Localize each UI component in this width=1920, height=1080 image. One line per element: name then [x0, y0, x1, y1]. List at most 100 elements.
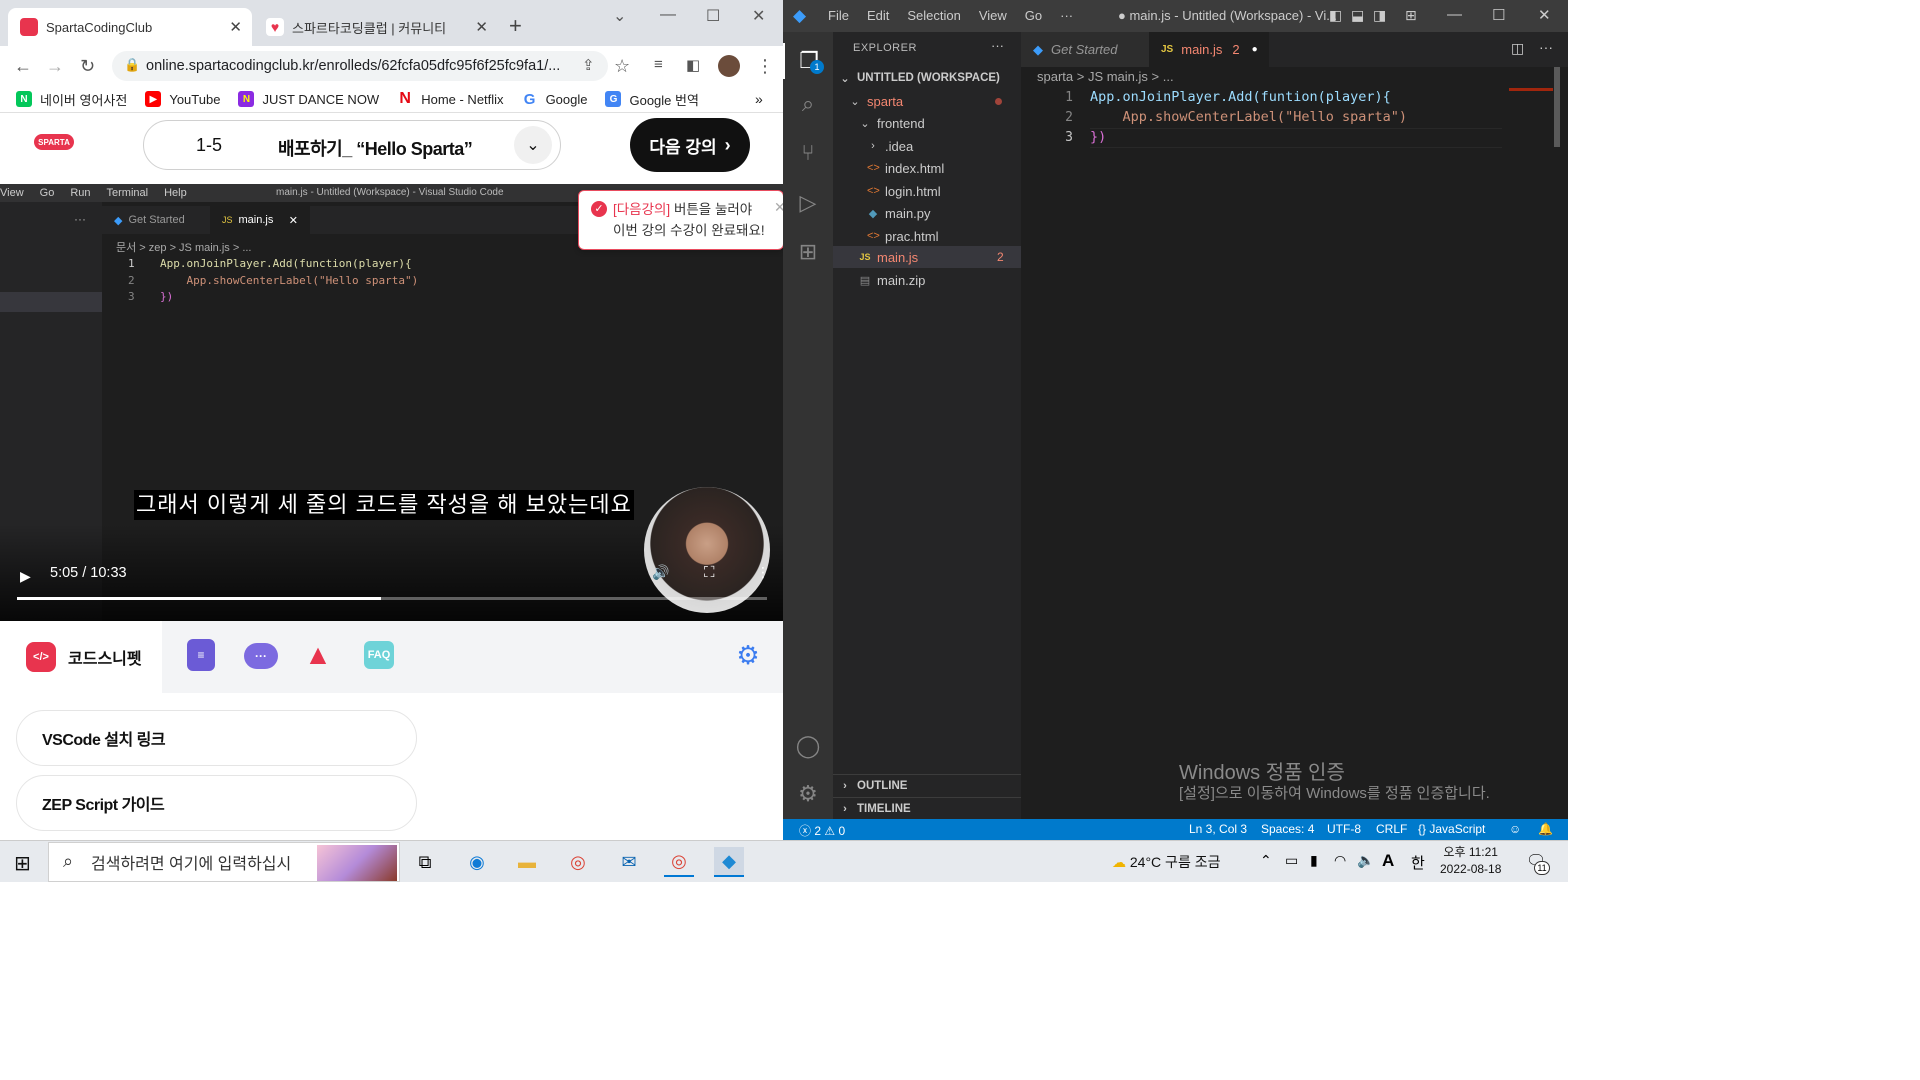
side-panel-icon[interactable]: ◧	[686, 56, 700, 74]
bookmark-google[interactable]: G Google	[522, 91, 588, 108]
battery-icon[interactable]: ▮	[1310, 852, 1318, 869]
bookmark-just-dance[interactable]: N JUST DANCE NOW	[238, 91, 379, 107]
forward-icon[interactable]: →	[46, 56, 64, 77]
tab-search-chevron-icon[interactable]: ⌄	[613, 6, 626, 26]
close-tab-icon[interactable]: ✕	[229, 18, 242, 36]
share-icon[interactable]: ⇪	[582, 56, 595, 74]
maximize-icon[interactable]: ☐	[706, 6, 720, 26]
bookmark-google-translate[interactable]: G Google 번역	[605, 90, 699, 109]
chevron-down-icon[interactable]: ⌄	[514, 126, 552, 164]
bookmark-star-icon[interactable]: ☆	[614, 56, 630, 77]
language-mode[interactable]: {} JavaScript	[1418, 822, 1485, 836]
explorer-more-icon[interactable]: ···	[991, 38, 1004, 53]
file-explorer-icon[interactable]: ▬	[512, 847, 542, 877]
fullscreen-icon[interactable]: ⛶	[704, 564, 715, 581]
sparta-logo[interactable]: SPARTA	[34, 134, 74, 150]
tab-code-snippet[interactable]: </> 코드스니펫	[0, 621, 162, 693]
settings-gear-icon[interactable]: ⚙	[734, 639, 762, 671]
weather-widget[interactable]: ☁ 24°C 구름 조금	[1112, 852, 1220, 872]
chrome-tab-spartacodingclub[interactable]: SpartaCodingClub ✕	[8, 8, 252, 46]
video-progress-bar[interactable]	[17, 597, 767, 600]
next-lesson-button[interactable]: 다음 강의 ›	[630, 118, 750, 172]
notifications-bell-icon[interactable]: 🔔	[1538, 822, 1553, 836]
play-icon[interactable]: ▶	[20, 568, 31, 585]
split-editor-icon[interactable]: ◫	[1511, 40, 1524, 57]
chat-icon[interactable]: ···	[244, 643, 278, 669]
meet-now-icon[interactable]: ▭	[1285, 852, 1298, 869]
notes-icon[interactable]: ≡	[187, 639, 215, 671]
tree-file-main-js[interactable]: JS main.js 2	[833, 246, 1021, 268]
manage-gear-icon[interactable]: ⚙	[796, 781, 820, 806]
line-ending[interactable]: CRLF	[1376, 822, 1407, 836]
close-window-icon[interactable]: ✕	[1538, 6, 1551, 24]
tab-main-js[interactable]: JS main.js 2 ●	[1149, 32, 1269, 67]
extensions-icon[interactable]: ⊞	[796, 239, 820, 264]
lock-icon[interactable]: 🔒	[124, 57, 140, 73]
menu-more[interactable]: ···	[1060, 8, 1073, 23]
cursor-position[interactable]: Ln 3, Col 3	[1189, 822, 1247, 836]
code-line[interactable]: })	[1090, 129, 1106, 145]
lesson-selector[interactable]: 1-5 배포하기_ “Hello Sparta” ⌄	[143, 120, 561, 170]
feedback-icon[interactable]: ☺	[1509, 822, 1521, 836]
new-tab-icon[interactable]: +	[509, 15, 522, 37]
edge-icon[interactable]: ◉	[462, 847, 492, 877]
code-line[interactable]: App.onJoinPlayer.Add(funtion(player){	[1090, 89, 1391, 105]
taskbar-search-box[interactable]: ⌕ 검색하려면 여기에 입력하십시	[48, 842, 400, 882]
indentation[interactable]: Spaces: 4	[1261, 822, 1314, 836]
chrome-tab-community[interactable]: ♥ 스파르타코딩클럽 | 커뮤니티 ✕	[254, 8, 498, 46]
close-window-icon[interactable]: ✕	[752, 6, 765, 26]
outline-section[interactable]: › OUTLINE	[833, 774, 1021, 796]
minimize-icon[interactable]: —	[1447, 6, 1462, 23]
tree-folder-sparta[interactable]: ⌄ sparta	[833, 90, 1021, 112]
toggle-panel-icon[interactable]: ⬓	[1351, 7, 1364, 24]
tree-file-login-html[interactable]: <> login.html	[833, 180, 1021, 202]
menu-selection[interactable]: Selection	[907, 8, 960, 23]
search-icon[interactable]: ⌕	[796, 91, 820, 116]
chrome-active-app-icon[interactable]: ◎	[664, 847, 694, 877]
accounts-icon[interactable]: ◯	[796, 733, 821, 758]
toggle-sidebar-icon[interactable]: ◧	[1329, 7, 1342, 24]
editor-breadcrumb[interactable]: sparta > JS main.js > ...	[1037, 69, 1174, 84]
volume-icon[interactable]: 🔊	[652, 564, 669, 581]
tree-file-main-zip[interactable]: ▤ main.zip	[833, 269, 1021, 291]
menu-go[interactable]: Go	[1025, 8, 1042, 23]
editor-more-icon[interactable]: ···	[1539, 39, 1553, 55]
tab-get-started[interactable]: ◆ Get Started	[1021, 32, 1149, 67]
bookmark-youtube[interactable]: ▶ YouTube	[145, 91, 220, 107]
code-line[interactable]: App.showCenterLabel("Hello sparta")	[1090, 109, 1407, 125]
close-tab-icon[interactable]: ✕	[475, 18, 488, 36]
menu-edit[interactable]: Edit	[867, 8, 889, 23]
minimize-icon[interactable]: —	[660, 6, 676, 24]
tree-file-main-py[interactable]: ◆ main.py	[833, 202, 1021, 224]
workspace-header[interactable]: ⌄ UNTITLED (WORKSPACE)	[833, 67, 1021, 89]
mail-icon[interactable]: ✉	[614, 847, 644, 877]
tree-file-index-html[interactable]: <> index.html	[833, 157, 1021, 179]
ime-language[interactable]: 한	[1411, 852, 1425, 873]
vscode-app-icon[interactable]: ◆	[714, 847, 744, 877]
faq-icon[interactable]: FAQ	[364, 641, 394, 669]
warning-icon[interactable]: ▲	[304, 639, 332, 671]
wifi-icon[interactable]: ◠	[1334, 852, 1346, 869]
unsaved-dot-icon[interactable]: ●	[1252, 44, 1258, 55]
source-control-icon[interactable]: ⑂	[796, 140, 820, 165]
reload-icon[interactable]: ↻	[80, 56, 95, 77]
address-bar[interactable]: 🔒 online.spartacodingclub.kr/enrolleds/6…	[112, 51, 608, 81]
zep-script-guide-link[interactable]: ZEP Script 가이드	[16, 775, 417, 831]
menu-file[interactable]: File	[828, 8, 849, 23]
chrome-menu-icon[interactable]: ⋮	[756, 56, 774, 77]
close-icon[interactable]: ✕	[774, 197, 783, 218]
bookmarks-overflow[interactable]: »	[755, 91, 763, 107]
tree-file-prac-html[interactable]: <> prac.html	[833, 225, 1021, 247]
menu-view[interactable]: View	[979, 8, 1007, 23]
tree-folder-frontend[interactable]: ⌄ frontend	[833, 112, 1021, 134]
tree-folder-idea[interactable]: › .idea	[833, 135, 1021, 157]
media-control-icon[interactable]: ≡	[654, 56, 663, 73]
maximize-icon[interactable]: ☐	[1492, 6, 1505, 24]
vscode-install-link[interactable]: VSCode 설치 링크	[16, 710, 417, 766]
chrome-app-icon[interactable]: ◎	[563, 847, 593, 877]
taskbar-clock[interactable]: 오후 11:21 2022-08-18	[1440, 844, 1501, 878]
problems-status[interactable]: ⓧ 2 ⚠ 0	[799, 822, 845, 839]
task-view-icon[interactable]: ⧉	[410, 847, 440, 877]
run-debug-icon[interactable]: ▷	[796, 190, 820, 215]
toggle-secondary-sidebar-icon[interactable]: ◨	[1373, 7, 1386, 24]
